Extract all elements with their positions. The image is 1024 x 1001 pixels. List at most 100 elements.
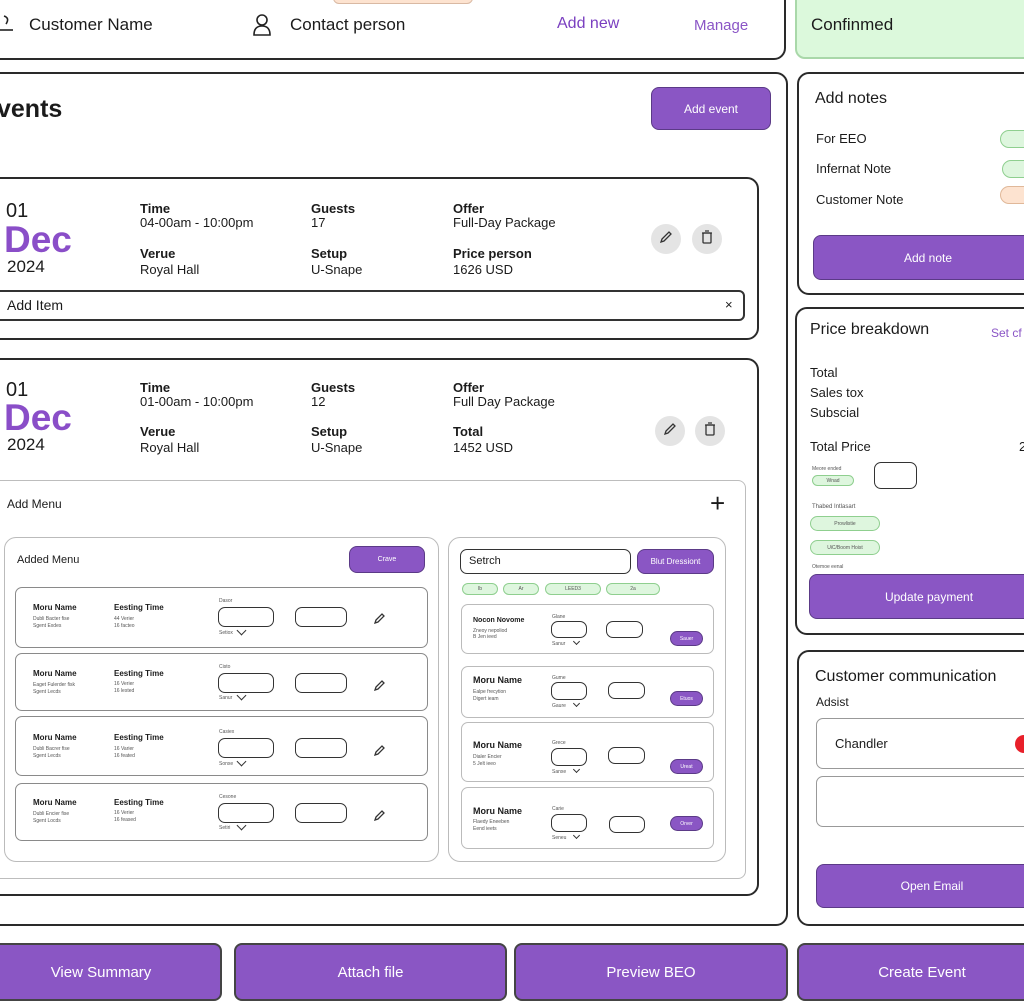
amount-input[interactable] [874,462,917,489]
event2-year: 2024 [7,435,45,454]
row-t1: 16 Verier [114,810,135,816]
event1-setup-label: Setup [311,246,348,261]
note-item[interactable]: Infernat Note [816,161,891,176]
row-time-label: Eesting Time [114,603,164,612]
result-input[interactable] [551,621,587,638]
add-note-button[interactable]: Add note [813,235,1024,280]
row-select[interactable]: Setiri [219,825,230,831]
open-email-button[interactable]: Open Email [816,864,1024,908]
pencil-icon[interactable] [373,808,386,826]
add-menu-title: Add Menu [7,497,62,511]
note-item-pill[interactable] [1002,160,1024,178]
note-item[interactable]: For EEO [816,131,867,146]
row-input[interactable] [218,607,274,627]
result-action-button[interactable]: Orver [670,816,703,831]
contact-person-label[interactable]: Contact person [290,15,405,35]
result-desc1: Ealpe frecytion [473,689,507,695]
row-desc1: Dubli Bacter fise [33,616,70,622]
row-input[interactable] [218,738,274,758]
note-item-pill[interactable] [1000,130,1024,148]
result-input[interactable] [551,748,587,766]
event2-time-label: Time [140,380,171,395]
event2-guests: 12 [311,394,326,409]
event1-venue-label: Verue [140,246,176,261]
result-input[interactable] [551,814,587,832]
view-summary-button[interactable]: View Summary [0,943,222,1001]
price-set-link[interactable]: Set cf [991,326,1022,340]
event2-edit-button[interactable] [655,416,685,446]
result-action-button[interactable]: Sauer [670,631,703,646]
note-item-pill[interactable] [1000,186,1024,204]
attach-file-button[interactable]: Attach file [234,943,507,1001]
result-action-button[interactable]: Etuos [670,691,703,706]
row-t1: 44 Verier [114,616,135,622]
create-event-button[interactable]: Create Event [797,943,1024,1001]
result-qty-input[interactable] [608,747,645,764]
result-label: Glane [552,614,566,620]
update-payment-button[interactable]: Update payment [809,574,1024,619]
event1-time-label: Time [140,201,171,216]
row-select[interactable]: Sonxe [219,761,233,767]
filter-chip[interactable]: 2a [606,583,660,595]
row-field-label: Casiex [219,729,235,735]
result-action-button[interactable]: Ureat [670,759,703,774]
result-qty-input[interactable] [608,682,645,699]
result-input[interactable] [551,682,587,700]
preview-beo-button[interactable]: Preview BEO [514,943,788,1001]
row-desc1: Dubli Encier fise [33,811,70,817]
row-qty-input[interactable] [295,607,347,627]
method-pill[interactable]: Wnad [812,475,854,486]
row-time-label: Eesting Time [114,733,164,742]
comm-message-field[interactable] [816,776,1024,827]
event1-year: 2024 [7,257,45,276]
event2-setup-label: Setup [311,424,348,439]
event1-guests: 17 [311,215,326,230]
price-title: Price breakdown [810,321,930,338]
row-time-label: Eesting Time [114,798,164,807]
event1-add-item-label: Add Item [7,297,64,313]
row-input[interactable] [218,803,274,823]
row-t2: 16 facteo [114,623,135,629]
filter-chip[interactable]: LEED3 [545,583,601,595]
filter-chip[interactable]: Ib [462,583,498,595]
filter-chip[interactable]: Ar [503,583,539,595]
trash-icon [704,421,716,441]
event2-delete-button[interactable] [695,416,725,446]
crave-button[interactable]: Crave [349,546,425,573]
row-select[interactable]: Sanur [219,695,232,701]
row-qty-input[interactable] [295,803,347,823]
row-qty-input[interactable] [295,738,347,758]
pencil-icon[interactable] [373,611,386,629]
row-qty-input[interactable] [295,673,347,693]
row-t2: 16 feated [114,753,135,759]
result-select[interactable]: Gaure [552,703,566,709]
result-select[interactable]: Sanxe [552,769,566,775]
add-new-link[interactable]: Add new [557,15,619,33]
event1-price: 1626 USD [453,262,513,277]
row-field-label: Cisto [219,664,231,670]
close-icon[interactable]: × [725,297,733,312]
pencil-icon[interactable] [373,678,386,696]
event1-delete-button[interactable] [692,224,722,254]
customer-name-label[interactable]: Customer Name [29,15,153,35]
row-input[interactable] [218,673,274,693]
search-action-button[interactable]: Blut Dressiont [637,549,714,574]
result-select[interactable]: Sanur [552,641,565,647]
event1-add-item-field[interactable] [0,290,745,321]
event2-total: 1452 USD [453,440,513,455]
comm-contact-name: Chandler [835,736,888,751]
manage-link[interactable]: Manage [694,17,748,34]
note-item[interactable]: Customer Note [816,192,903,207]
status-pill[interactable]: UiC/Boom Hoist [810,540,880,555]
result-qty-input[interactable] [609,816,645,833]
status-pill[interactable]: Prowlistie [810,516,880,531]
result-qty-input[interactable] [606,621,643,638]
events-title: vents [0,95,63,123]
result-select[interactable]: Seneu [552,835,566,841]
event2-total-label: Total [453,424,484,439]
add-event-button[interactable]: Add event [651,87,771,130]
event1-edit-button[interactable] [651,224,681,254]
plus-icon[interactable]: + [710,488,725,518]
row-select[interactable]: Setiox [219,630,233,636]
pencil-icon[interactable] [373,743,386,761]
